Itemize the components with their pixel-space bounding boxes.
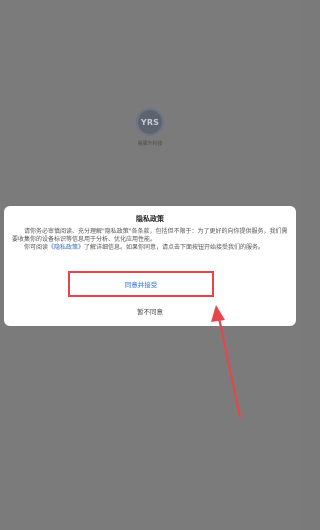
app-logo: YRS — [136, 108, 164, 136]
app-logo-text: YRS — [140, 117, 160, 127]
dialog-title: 隐私政策 — [136, 215, 164, 223]
policy-paragraph-2-prefix: 你可阅读 — [24, 244, 49, 252]
policy-paragraph-2-suffix: 了解详细信息。如果你同意，请点击下面按钮开始接受我们的服务。 — [84, 244, 265, 252]
disagree-button[interactable]: 暂不同意 — [100, 304, 200, 318]
dialog-body: 请你务必审慎阅读、充分理解"隐私政策"各条款，包括但不限于：为了更好的向你提供服… — [12, 228, 288, 253]
agree-and-accept-button[interactable]: 同意并接受 — [66, 272, 216, 296]
policy-paragraph-1: 请你务必审慎阅读、充分理解"隐私政策"各条款，包括但不限于：为了更好的向你提供服… — [12, 228, 288, 244]
privacy-policy-link[interactable]: 《隐私政策》 — [48, 244, 84, 251]
app-name: 易驿升科技 — [137, 141, 163, 147]
policy-paragraph-2: 你可阅读《隐私政策》了解详细信息。如果你同意，请点击下面按钮开始接受我们的服务。 — [12, 244, 288, 252]
